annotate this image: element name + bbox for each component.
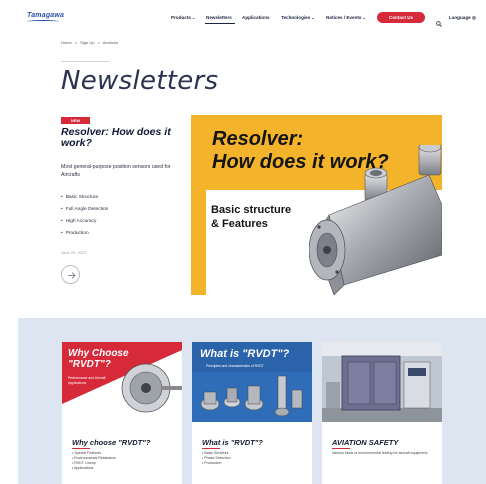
- breadcrumb-signup[interactable]: Sign Up: [80, 40, 94, 45]
- logo-text: Tamagawa: [27, 12, 65, 19]
- test-chamber-image: [322, 342, 442, 422]
- newsletter-card-what-rvdt[interactable]: What is "RVDT"? Principles and character…: [192, 342, 312, 484]
- card-title[interactable]: AVIATION SAFETY: [332, 438, 398, 447]
- featured-article-description: Most general-purpose position sensors us…: [61, 164, 171, 178]
- new-badge: NEW: [61, 117, 90, 124]
- nav-item-technologies[interactable]: Technologies⌄: [281, 15, 315, 20]
- list-item: High Accuracy: [61, 216, 108, 228]
- globe-icon: ◎: [471, 15, 476, 20]
- arrow-right-icon: [68, 272, 76, 279]
- list-item: Full Angle Detection: [61, 204, 109, 216]
- contact-us-button[interactable]: Contact Us: [377, 12, 425, 23]
- card-image-subtitle: Performance and Aircraft Applications: [68, 376, 106, 385]
- site-header: Tamagawa Products⌄ Newsletters Applicati…: [0, 0, 486, 30]
- newsletter-card-why-rvdt[interactable]: Why Choose "RVDT"? Performance and Aircra…: [62, 342, 182, 484]
- breadcrumb-separator: >: [97, 40, 100, 45]
- list-item: Production: [202, 461, 231, 466]
- nav-item-products[interactable]: Products⌄: [171, 15, 195, 20]
- nav-item-label: Technologies: [281, 15, 311, 20]
- nav-item-label: Newsletters: [206, 15, 232, 20]
- nav-item-label: Applications: [242, 15, 270, 20]
- nav-item-label: Notices / Events: [326, 15, 362, 20]
- chevron-down-icon: ⌄: [191, 15, 196, 20]
- featured-hero-image[interactable]: Resolver: How does it work? Basic structu…: [191, 115, 442, 295]
- chevron-down-icon: ⌄: [311, 15, 315, 20]
- nav-active-indicator: [205, 23, 235, 24]
- list-item: Applications: [72, 466, 116, 471]
- card-title[interactable]: What is "RVDT"?: [202, 438, 263, 447]
- chevron-down-icon: ⌄: [362, 15, 366, 20]
- language-selector[interactable]: Language ◎: [449, 15, 476, 21]
- language-label: Language: [449, 15, 471, 20]
- card-topic-list: Special Features Environmental Resistanc…: [72, 451, 116, 471]
- nav-item-newsletters[interactable]: Newsletters: [206, 15, 232, 20]
- title-divider: [61, 61, 109, 62]
- featured-date: June 20, 2023: [61, 250, 87, 255]
- nav-item-label: Products: [171, 15, 191, 20]
- card-image: [322, 342, 442, 422]
- featured-article-title[interactable]: Resolver: How does it work?: [61, 127, 186, 149]
- nav-item-notices-events[interactable]: Notices / Events⌄: [326, 15, 366, 20]
- card-image-title-line: Why Choose: [68, 348, 129, 359]
- breadcrumb-home[interactable]: Home: [61, 40, 72, 45]
- newsletter-card-aviation-safety[interactable]: AVIATION SAFETY Various kinds of environ…: [322, 342, 442, 484]
- breadcrumb-archives: Archives: [102, 40, 119, 45]
- card-image: What is "RVDT"? Principles and character…: [192, 342, 312, 422]
- breadcrumb: Home > Sign Up > Archives: [61, 40, 120, 45]
- hero-subtitle: Basic structure & Features: [211, 203, 291, 231]
- card-description: Various kinds of environmental testing f…: [332, 451, 429, 455]
- brand-logo[interactable]: Tamagawa: [27, 12, 65, 24]
- search-icon[interactable]: [436, 14, 442, 27]
- featured-topic-list: Basic Structure Full Angle Detection Hig…: [61, 192, 109, 240]
- card-image-title-line: "RVDT"?: [68, 359, 111, 370]
- card-image-title: What is "RVDT"?: [200, 348, 290, 360]
- page-title: Newsletters: [61, 66, 219, 96]
- card-title-underline: [332, 448, 350, 449]
- hero-title-line: Resolver:: [212, 128, 304, 150]
- read-more-button[interactable]: [61, 265, 80, 284]
- card-image-subtitle: Principles and characteristics of RVDT: [206, 364, 264, 368]
- breadcrumb-separator: >: [74, 40, 78, 45]
- card-image-title: Why Choose "RVDT"?: [68, 348, 129, 370]
- card-title-underline: [202, 448, 220, 449]
- card-image: Why Choose "RVDT"? Performance and Aircra…: [62, 342, 182, 422]
- list-item: Production: [61, 228, 108, 240]
- card-title-underline: [72, 448, 90, 449]
- card-title[interactable]: Why choose "RVDT"?: [72, 438, 150, 447]
- list-item: Basic Structure: [61, 192, 108, 204]
- logo-swoosh: [27, 20, 59, 23]
- card-topic-list: Basic Structure Phase Detection Producti…: [202, 451, 231, 466]
- resolver-device-image: [309, 145, 442, 295]
- hero-subtitle-line: & Features: [211, 218, 268, 230]
- nav-item-applications[interactable]: Applications: [242, 15, 270, 20]
- hero-subtitle-line: Basic structure: [211, 204, 292, 216]
